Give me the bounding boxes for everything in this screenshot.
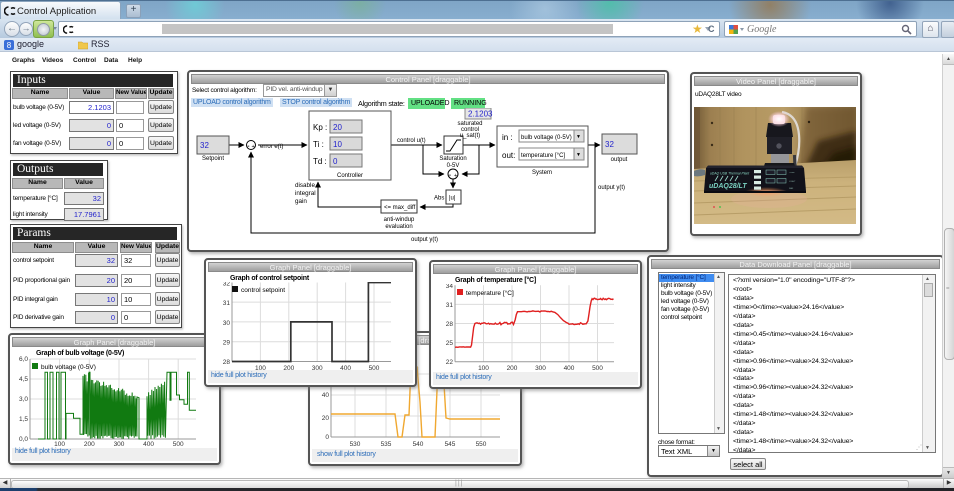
svg-text:Kp :: Kp : [313, 123, 327, 132]
svg-text:550: 550 [476, 441, 487, 448]
svg-text:FAN: FAN [789, 187, 794, 190]
svg-text:10: 10 [333, 140, 342, 149]
svg-text:25: 25 [446, 340, 454, 347]
svg-text:LIGHT: LIGHT [789, 181, 796, 183]
svg-text:29: 29 [223, 340, 231, 347]
svg-text:output: output [611, 157, 628, 163]
svg-text:uDAQ USB Thermal Plant: uDAQ USB Thermal Plant [710, 172, 750, 176]
svg-text:500: 500 [592, 365, 603, 372]
svg-text:0-5V: 0-5V [447, 163, 460, 169]
svg-text:output y(t): output y(t) [598, 185, 625, 191]
svg-text:-: - [449, 173, 451, 179]
svg-text:300: 300 [535, 365, 546, 372]
svg-text:100: 100 [478, 365, 489, 372]
svg-text:+: + [454, 173, 457, 179]
svg-text:540: 540 [413, 441, 424, 448]
svg-text:8: 8 [7, 41, 12, 50]
svg-text:bulb voltage (0-5V): bulb voltage (0-5V) [521, 135, 572, 141]
svg-text:gain: gain [295, 198, 307, 205]
svg-text:+: + [252, 144, 255, 150]
svg-text:40: 40 [322, 392, 330, 399]
svg-text:2.1203: 2.1203 [468, 110, 493, 119]
svg-text:u_sat(t): u_sat(t) [460, 133, 480, 139]
svg-text:Abs: Abs [434, 196, 444, 202]
svg-text:20: 20 [322, 415, 330, 422]
svg-text:bulb voltage (0-5V): bulb voltage (0-5V) [41, 364, 96, 371]
svg-text:uDAQ28/LT: uDAQ28/LT [709, 183, 747, 190]
svg-text:in :: in : [502, 133, 513, 142]
svg-text:0: 0 [333, 157, 338, 166]
svg-text:control setpoint: control setpoint [241, 287, 285, 294]
svg-text:|u|: |u| [449, 196, 456, 202]
svg-text:-: - [248, 144, 250, 150]
svg-text:Setpoint: Setpoint [202, 156, 224, 162]
svg-text:temperature [°C]: temperature [°C] [521, 153, 565, 159]
svg-text:30: 30 [223, 320, 231, 327]
svg-text:Saturation: Saturation [439, 156, 466, 162]
svg-text:output y(t): output y(t) [411, 237, 438, 243]
svg-text:28: 28 [446, 321, 454, 328]
svg-text:28: 28 [223, 359, 231, 366]
svg-text:0: 0 [325, 434, 329, 441]
svg-text:31: 31 [446, 302, 454, 309]
svg-text:control u(t): control u(t) [397, 138, 426, 144]
svg-text:3,0: 3,0 [19, 396, 28, 403]
svg-text:evaluation: evaluation [385, 224, 412, 230]
svg-text:200: 200 [84, 441, 95, 448]
svg-text:TEMP: TEMP [789, 172, 796, 174]
svg-text:▼: ▼ [576, 152, 581, 158]
svg-text:1,5: 1,5 [19, 416, 28, 423]
svg-text:Td :: Td : [313, 157, 327, 166]
svg-text:4,5: 4,5 [19, 376, 28, 383]
svg-text:200: 200 [507, 365, 518, 372]
svg-text:out:: out: [502, 151, 515, 160]
svg-text:32: 32 [605, 140, 614, 149]
svg-text:anti-windup: anti-windup [384, 217, 415, 223]
svg-text:Ti :: Ti : [313, 140, 324, 149]
svg-text:300: 300 [114, 441, 125, 448]
svg-text:disable: disable [295, 182, 315, 189]
svg-text:400: 400 [564, 365, 575, 372]
svg-text:31: 31 [223, 300, 231, 307]
svg-text:error e(t): error e(t) [260, 144, 283, 150]
svg-text:integral: integral [295, 190, 316, 197]
svg-text:32: 32 [223, 282, 231, 288]
svg-text:500: 500 [173, 441, 184, 448]
svg-text:Controller: Controller [337, 173, 363, 179]
svg-text:<= max_diff: <= max_diff [384, 205, 416, 211]
svg-text:20: 20 [333, 123, 342, 132]
svg-text:34: 34 [446, 284, 454, 290]
svg-text:530: 530 [350, 441, 361, 448]
svg-text:System: System [532, 170, 552, 176]
svg-text:6,0: 6,0 [19, 356, 28, 363]
svg-text:32: 32 [200, 141, 209, 150]
svg-text:400: 400 [143, 441, 154, 448]
svg-text:22: 22 [446, 359, 454, 366]
svg-text:temperature [°C]: temperature [°C] [466, 289, 514, 297]
svg-text:▼: ▼ [576, 134, 581, 140]
svg-text:535: 535 [381, 441, 392, 448]
svg-text:0,0: 0,0 [19, 436, 28, 443]
svg-text:100: 100 [54, 441, 65, 448]
svg-text:545: 545 [445, 441, 456, 448]
